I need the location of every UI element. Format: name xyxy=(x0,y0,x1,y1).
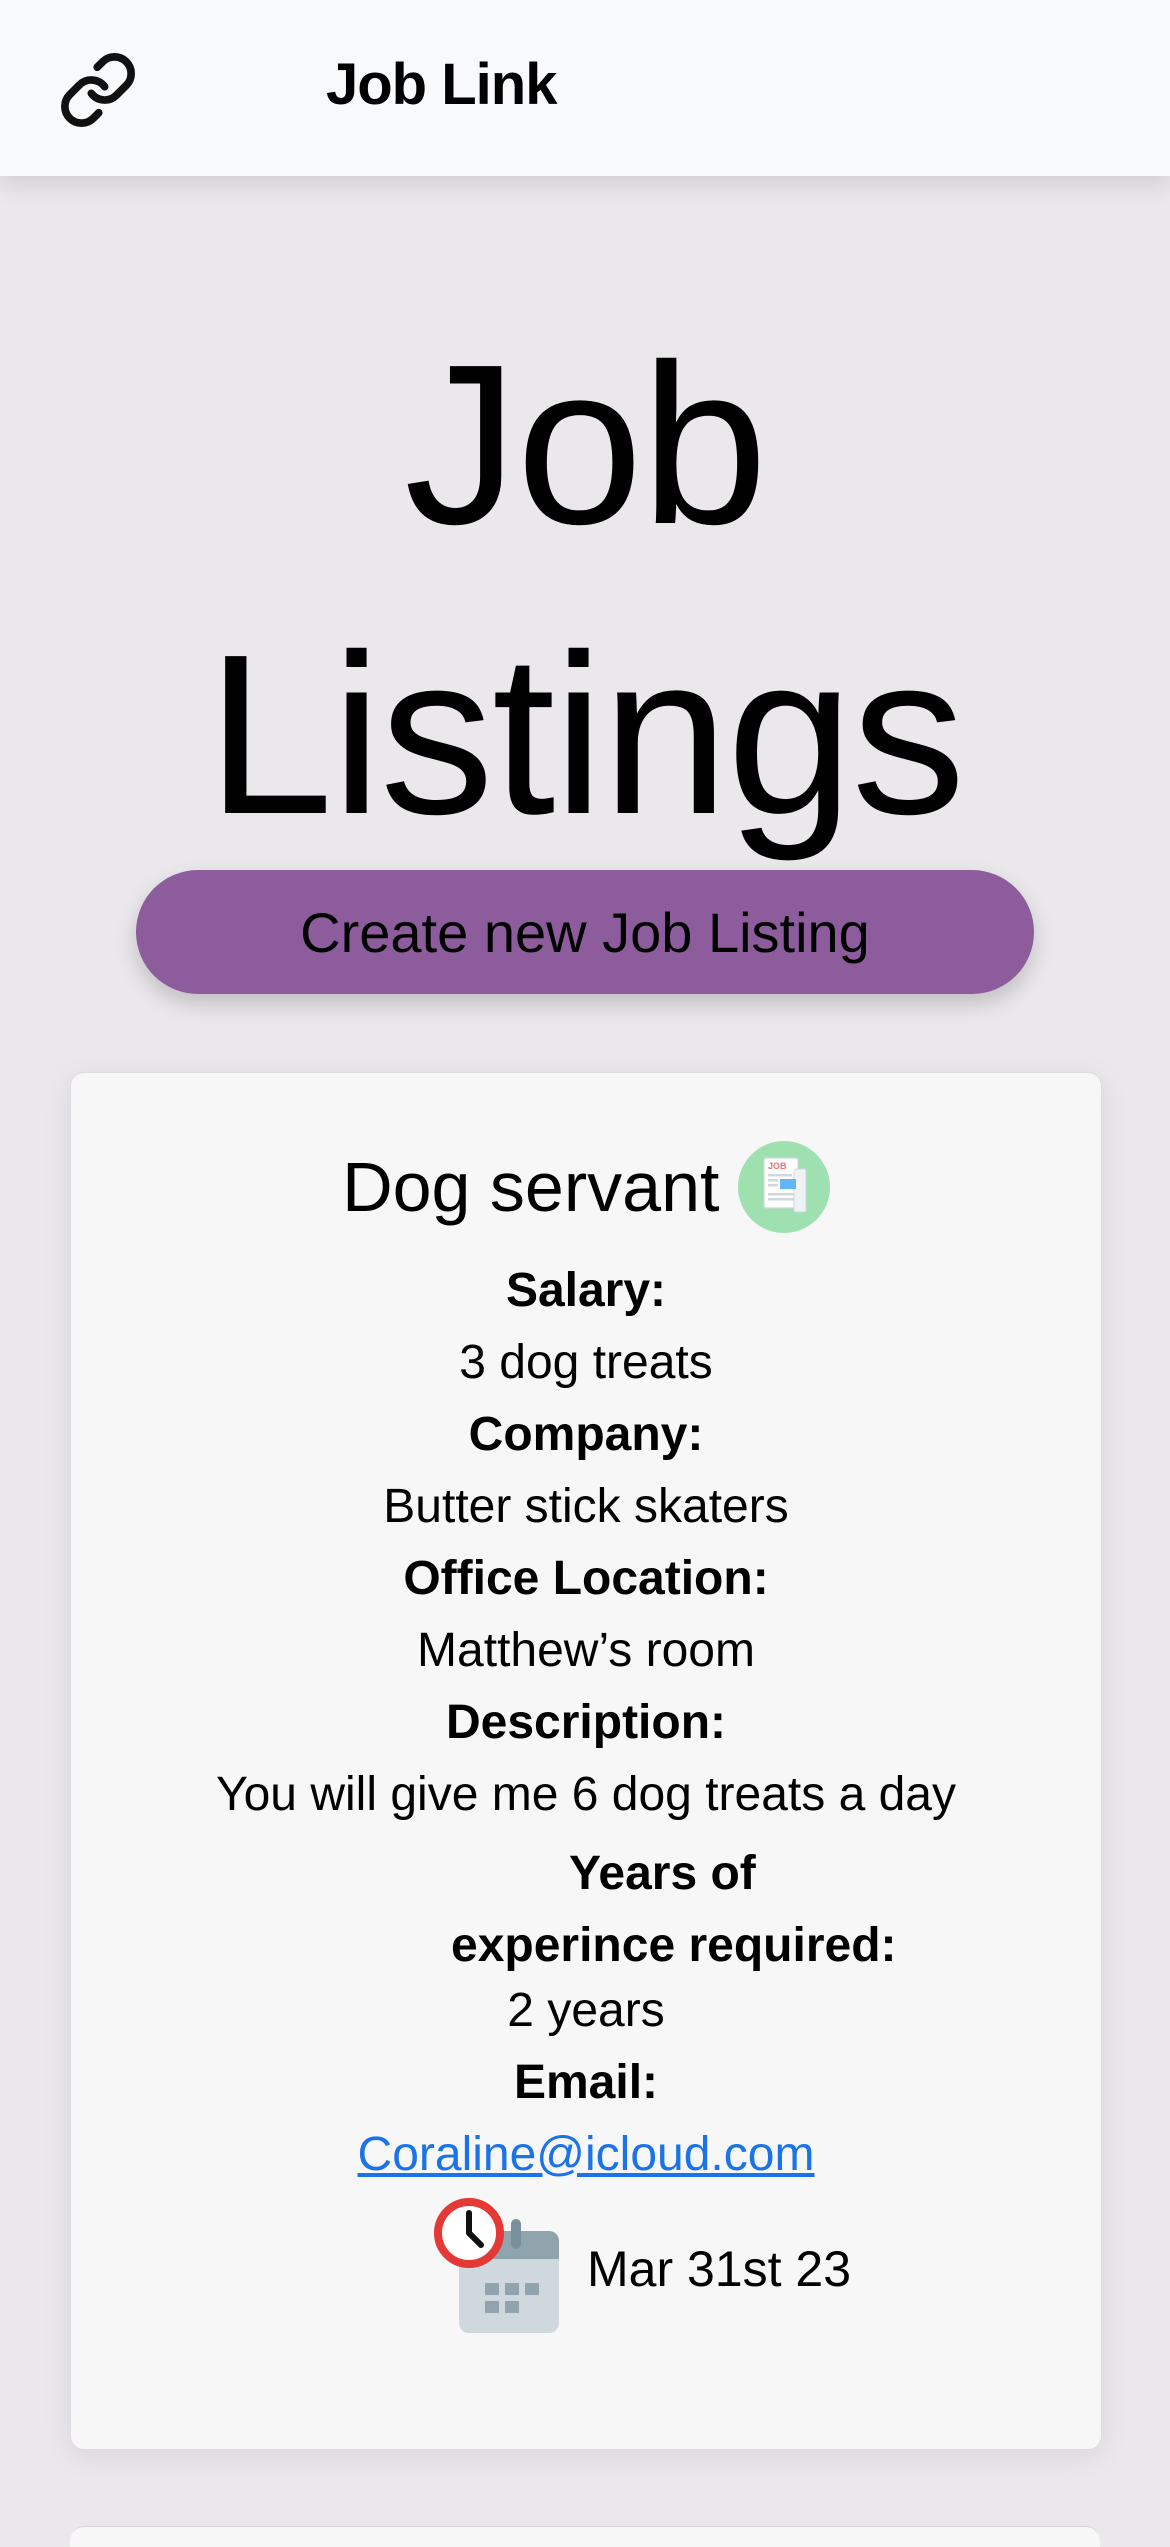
create-job-listing-button[interactable]: Create new Job Listing xyxy=(136,870,1034,994)
calendar-clock-icon xyxy=(434,2198,559,2333)
office-location-label: Office Location: xyxy=(403,1552,769,1605)
posted-date-row: Mar 31st 23 xyxy=(71,2197,1101,2337)
office-location-value: Matthew’s room xyxy=(417,1624,755,1677)
experience-value: 2 years xyxy=(507,1984,665,2037)
company-label: Company: xyxy=(468,1408,704,1461)
job-listing-card: Dog servant JOB Salary: 3 dog treats Com… xyxy=(70,1072,1102,2450)
email-link[interactable]: Coraline@icloud.com xyxy=(358,2128,815,2181)
email-field: Coraline@icloud.com xyxy=(71,2125,1101,2185)
job-title-row: Dog servant JOB xyxy=(71,1137,1101,1237)
email-label: Email: xyxy=(513,2056,659,2109)
top-navbar: Job Link xyxy=(0,0,1170,176)
salary-label: Salary: xyxy=(505,1264,667,1317)
next-job-listing-card xyxy=(70,2526,1100,2547)
job-title: Dog servant xyxy=(342,1148,720,1226)
job-newspaper-icon: JOB xyxy=(737,1141,830,1233)
brand-name[interactable]: Job Link xyxy=(326,50,557,120)
posted-date: Mar 31st 23 xyxy=(587,2241,852,2297)
page-title: Job Listings xyxy=(206,318,965,862)
description-label: Description: xyxy=(445,1696,727,1749)
experience-label: Years of experince required: xyxy=(451,1847,897,1972)
link-icon[interactable] xyxy=(58,50,138,130)
company-value: Butter stick skaters xyxy=(383,1480,789,1533)
description-value: You will give me 6 dog treats a day xyxy=(216,1768,956,1821)
salary-value: 3 dog treats xyxy=(459,1336,713,1389)
svg-text:JOB: JOB xyxy=(768,1161,787,1171)
